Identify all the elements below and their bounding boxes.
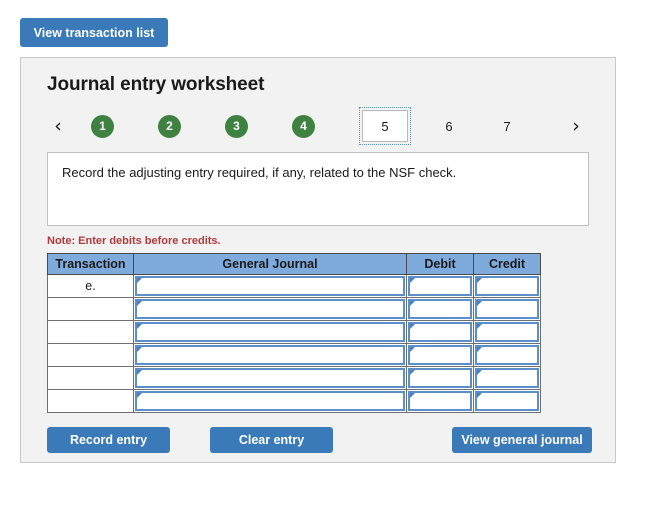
credit-cell[interactable] <box>473 366 541 390</box>
credit-input[interactable] <box>475 322 539 342</box>
credit-input[interactable] <box>475 391 539 411</box>
page-title: Journal entry worksheet <box>47 74 265 95</box>
transaction-label <box>47 366 134 390</box>
transaction-label <box>47 320 134 344</box>
debit-cell[interactable] <box>406 274 474 298</box>
chevron-right-icon[interactable]: › <box>565 116 587 136</box>
debit-cell[interactable] <box>406 343 474 367</box>
tab-5-label: 5 <box>362 110 408 142</box>
tab-7[interactable]: 7 <box>496 119 518 134</box>
general-journal-cell[interactable] <box>133 320 407 344</box>
debit-input[interactable] <box>408 345 472 365</box>
view-transaction-list-button[interactable]: View transaction list <box>20 18 168 47</box>
credit-input[interactable] <box>475 345 539 365</box>
general-journal-input[interactable] <box>135 299 405 319</box>
debit-cell[interactable] <box>406 297 474 321</box>
tab-2[interactable]: 2 <box>158 114 181 138</box>
general-journal-input[interactable] <box>135 276 405 296</box>
tab-6[interactable]: 6 <box>438 119 460 134</box>
general-journal-cell[interactable] <box>133 389 407 413</box>
record-entry-button[interactable]: Record entry <box>47 427 170 453</box>
general-journal-input[interactable] <box>135 391 405 411</box>
general-journal-input[interactable] <box>135 368 405 388</box>
credit-input[interactable] <box>475 368 539 388</box>
general-journal-cell[interactable] <box>133 343 407 367</box>
debit-cell[interactable] <box>406 320 474 344</box>
table-row: e. <box>47 274 541 298</box>
worksheet-tab-strip: ‹ 1 2 3 4 5 6 7 › <box>47 107 593 145</box>
transaction-label <box>47 297 134 321</box>
top-toolbar: View transaction list <box>0 0 647 47</box>
credit-cell[interactable] <box>473 343 541 367</box>
tab-4[interactable]: 4 <box>292 114 315 138</box>
credit-cell[interactable] <box>473 274 541 298</box>
column-header-general-journal: General Journal <box>133 253 407 275</box>
table-row <box>47 320 541 344</box>
table-body: e. <box>47 274 541 413</box>
debit-input[interactable] <box>408 391 472 411</box>
credit-input[interactable] <box>475 299 539 319</box>
debits-before-credits-note: Note: Enter debits before credits. <box>47 235 221 247</box>
credit-input[interactable] <box>475 276 539 296</box>
journal-entry-panel: Journal entry worksheet ‹ 1 2 3 4 5 6 7 … <box>20 57 616 463</box>
column-header-debit: Debit <box>406 253 474 275</box>
table-row <box>47 343 541 367</box>
chevron-left-icon[interactable]: ‹ <box>47 116 69 136</box>
table-row <box>47 297 541 321</box>
transaction-label: e. <box>47 274 134 298</box>
table-header: Transaction General Journal Debit Credit <box>47 253 541 275</box>
general-journal-cell[interactable] <box>133 274 407 298</box>
debit-input[interactable] <box>408 322 472 342</box>
debit-input[interactable] <box>408 368 472 388</box>
journal-entry-table: Transaction General Journal Debit Credit… <box>47 253 541 413</box>
credit-cell[interactable] <box>473 297 541 321</box>
tab-5-active[interactable]: 5 <box>359 107 411 145</box>
debit-cell[interactable] <box>406 366 474 390</box>
clear-entry-button[interactable]: Clear entry <box>210 427 333 453</box>
general-journal-input[interactable] <box>135 345 405 365</box>
credit-cell[interactable] <box>473 389 541 413</box>
column-header-credit: Credit <box>473 253 541 275</box>
debit-input[interactable] <box>408 299 472 319</box>
general-journal-input[interactable] <box>135 322 405 342</box>
table-header-row: Transaction General Journal Debit Credit <box>47 253 541 275</box>
transaction-label <box>47 389 134 413</box>
transaction-label <box>47 343 134 367</box>
column-header-transaction: Transaction <box>47 253 134 275</box>
table-row <box>47 366 541 390</box>
action-button-bar: Record entry Clear entry View general jo… <box>47 427 593 453</box>
general-journal-cell[interactable] <box>133 297 407 321</box>
credit-cell[interactable] <box>473 320 541 344</box>
instruction-text: Record the adjusting entry required, if … <box>47 152 589 226</box>
panel-content: Journal entry worksheet ‹ 1 2 3 4 5 6 7 … <box>21 58 615 453</box>
debit-cell[interactable] <box>406 389 474 413</box>
debit-input[interactable] <box>408 276 472 296</box>
general-journal-cell[interactable] <box>133 366 407 390</box>
tab-3[interactable]: 3 <box>225 114 248 138</box>
view-general-journal-button[interactable]: View general journal <box>452 427 592 453</box>
table-row <box>47 389 541 413</box>
tab-1[interactable]: 1 <box>91 114 114 138</box>
